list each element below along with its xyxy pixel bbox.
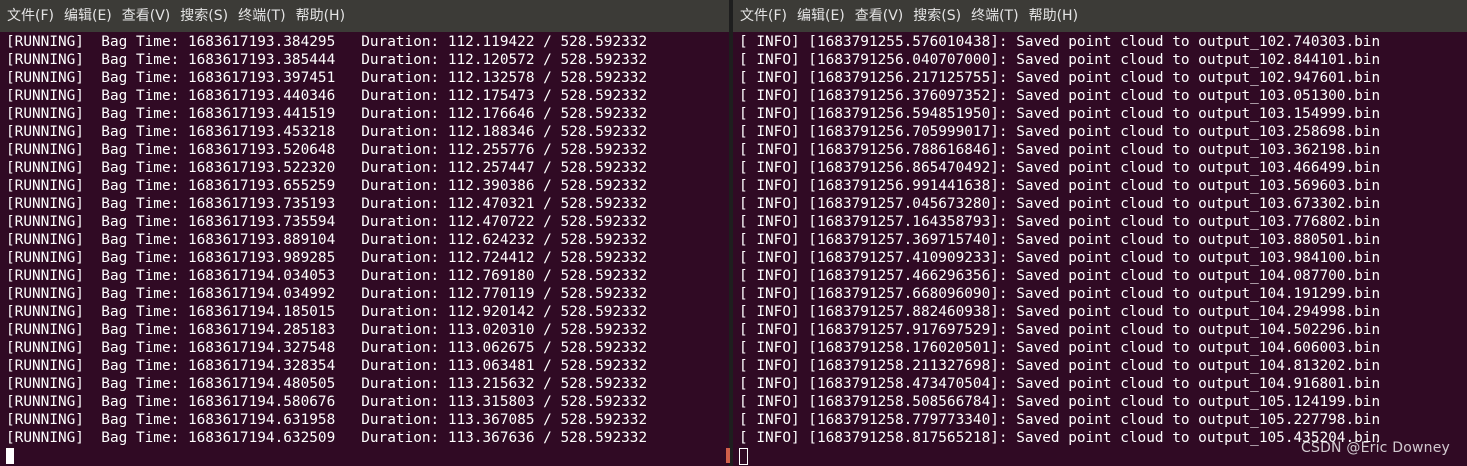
terminal-line: [RUNNING] Bag Time: 1683617194.480505 Du…	[6, 376, 648, 392]
terminal-line: [ INFO] [1683791257.045673280]: Saved po…	[739, 196, 1381, 212]
menu-search[interactable]: 搜索(S)	[908, 0, 966, 32]
terminal-line: [RUNNING] Bag Time: 1683617194.285183 Du…	[6, 322, 648, 338]
terminal-line: [RUNNING] Bag Time: 1683617193.520648 Du…	[6, 142, 648, 158]
menu-search[interactable]: 搜索(S)	[175, 0, 233, 32]
menu-help[interactable]: 帮助(H)	[1024, 0, 1083, 32]
menu-file[interactable]: 文件(F)	[735, 0, 792, 32]
terminal-line: [RUNNING] Bag Time: 1683617193.735193 Du…	[6, 196, 648, 212]
menu-file[interactable]: 文件(F)	[2, 0, 59, 32]
terminal-line: [ INFO] [1683791257.882460938]: Saved po…	[739, 304, 1381, 320]
terminal-line: [ INFO] [1683791258.211327698]: Saved po…	[739, 358, 1381, 374]
terminal-line: [RUNNING] Bag Time: 1683617194.327548 Du…	[6, 340, 648, 356]
menu-help[interactable]: 帮助(H)	[291, 0, 350, 32]
right-menubar: 文件(F) 编辑(E) 查看(V) 搜索(S) 终端(T) 帮助(H)	[733, 0, 1467, 32]
text-cursor	[739, 447, 748, 465]
terminal-line: [RUNNING] Bag Time: 1683617194.328354 Du…	[6, 358, 648, 374]
terminal-line: [ INFO] [1683791256.705999017]: Saved po…	[739, 124, 1381, 140]
menu-terminal[interactable]: 终端(T)	[233, 0, 290, 32]
menu-edit[interactable]: 编辑(E)	[792, 0, 850, 32]
terminal-line: [RUNNING] Bag Time: 1683617193.522320 Du…	[6, 160, 648, 176]
terminal-line: [RUNNING] Bag Time: 1683617194.632509 Du…	[6, 430, 648, 446]
terminal-line: [ INFO] [1683791256.991441638]: Saved po…	[739, 178, 1381, 194]
menu-terminal[interactable]: 终端(T)	[966, 0, 1023, 32]
terminal-line: [ INFO] [1683791257.410909233]: Saved po…	[739, 250, 1381, 266]
terminal-line: [RUNNING] Bag Time: 1683617193.889104 Du…	[6, 232, 648, 248]
terminal-line: [ INFO] [1683791256.217125755]: Saved po…	[739, 70, 1381, 86]
terminal-line: [ INFO] [1683791255.576010438]: Saved po…	[739, 34, 1381, 50]
terminal-line: [RUNNING] Bag Time: 1683617194.580676 Du…	[6, 394, 648, 410]
terminal-line: [ INFO] [1683791258.176020501]: Saved po…	[739, 340, 1381, 356]
terminal-line: [ INFO] [1683791258.473470504]: Saved po…	[739, 376, 1381, 392]
terminal-line: [RUNNING] Bag Time: 1683617193.735594 Du…	[6, 214, 648, 230]
terminal-line: [RUNNING] Bag Time: 1683617193.385444 Du…	[6, 52, 648, 68]
menu-edit[interactable]: 编辑(E)	[59, 0, 117, 32]
right-terminal-output[interactable]: [ INFO] [1683791255.576010438]: Saved po…	[733, 32, 1467, 465]
terminal-line: [RUNNING] Bag Time: 1683617194.185015 Du…	[6, 304, 648, 320]
screen: 文件(F) 编辑(E) 查看(V) 搜索(S) 终端(T) 帮助(H) [RUN…	[0, 0, 1467, 466]
terminal-line: [RUNNING] Bag Time: 1683617193.397451 Du…	[6, 70, 648, 86]
cursor-line	[6, 447, 729, 465]
terminal-line: [RUNNING] Bag Time: 1683617193.440346 Du…	[6, 88, 648, 104]
terminal-line: [ INFO] [1683791256.594851950]: Saved po…	[739, 106, 1381, 122]
text-cursor	[6, 448, 14, 464]
left-menubar: 文件(F) 编辑(E) 查看(V) 搜索(S) 终端(T) 帮助(H)	[0, 0, 729, 32]
terminal-line: [ INFO] [1683791257.917697529]: Saved po…	[739, 322, 1381, 338]
watermark: CSDN @Eric Downey	[1301, 440, 1450, 456]
terminal-line: [ INFO] [1683791257.369715740]: Saved po…	[739, 232, 1381, 248]
terminal-line: [ INFO] [1683791256.788616846]: Saved po…	[739, 142, 1381, 158]
terminal-line: [RUNNING] Bag Time: 1683617194.034992 Du…	[6, 286, 648, 302]
terminal-line: [RUNNING] Bag Time: 1683617193.655259 Du…	[6, 178, 648, 194]
menu-view[interactable]: 查看(V)	[850, 0, 909, 32]
terminal-line: [RUNNING] Bag Time: 1683617194.631958 Du…	[6, 412, 648, 428]
terminal-line: [RUNNING] Bag Time: 1683617193.384295 Du…	[6, 34, 648, 50]
terminal-line: [ INFO] [1683791258.508566784]: Saved po…	[739, 394, 1381, 410]
terminal-line: [ INFO] [1683791258.779773340]: Saved po…	[739, 412, 1381, 428]
terminal-line: [RUNNING] Bag Time: 1683617193.441519 Du…	[6, 106, 648, 122]
right-terminal-window[interactable]: 文件(F) 编辑(E) 查看(V) 搜索(S) 终端(T) 帮助(H) [ IN…	[733, 0, 1467, 466]
resize-handle[interactable]	[726, 448, 730, 463]
terminal-line: [ INFO] [1683791256.865470492]: Saved po…	[739, 160, 1381, 176]
menu-view[interactable]: 查看(V)	[117, 0, 176, 32]
terminal-line: [ INFO] [1683791257.466296356]: Saved po…	[739, 268, 1381, 284]
left-terminal-window[interactable]: 文件(F) 编辑(E) 查看(V) 搜索(S) 终端(T) 帮助(H) [RUN…	[0, 0, 729, 466]
terminal-line: [RUNNING] Bag Time: 1683617193.453218 Du…	[6, 124, 648, 140]
terminal-line: [RUNNING] Bag Time: 1683617194.034053 Du…	[6, 268, 648, 284]
terminal-line: [ INFO] [1683791257.668096090]: Saved po…	[739, 286, 1381, 302]
terminal-line: [ INFO] [1683791257.164358793]: Saved po…	[739, 214, 1381, 230]
terminal-line: [ INFO] [1683791256.040707000]: Saved po…	[739, 52, 1381, 68]
left-terminal-output[interactable]: [RUNNING] Bag Time: 1683617193.384295 Du…	[0, 32, 729, 465]
terminal-line: [ INFO] [1683791256.376097352]: Saved po…	[739, 88, 1381, 104]
terminal-line: [RUNNING] Bag Time: 1683617193.989285 Du…	[6, 250, 648, 266]
